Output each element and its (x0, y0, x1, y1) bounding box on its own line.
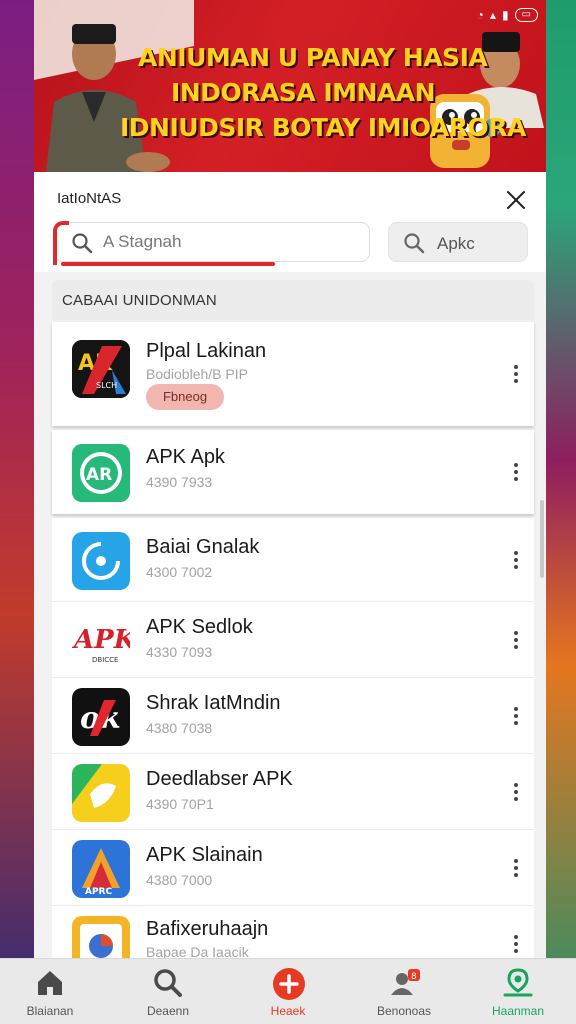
cellular-icon: ▮ (501, 8, 509, 22)
close-icon[interactable] (504, 188, 528, 212)
apk-chip-label: Apkc (437, 234, 475, 253)
app-version: 4300 7002 (146, 564, 213, 580)
svg-text:SLCH: SLCH (96, 381, 117, 390)
app-version: 4380 7038 (146, 720, 213, 736)
svg-text:APK: APK (72, 625, 130, 655)
battery-icon: ▭ (514, 8, 538, 22)
nav-label: Haanman (491, 1004, 545, 1018)
list-item[interactable]: Deedlabser APK 4390 70P1 (52, 754, 534, 830)
background-left-edge (0, 0, 34, 1024)
more-options-icon[interactable] (506, 932, 526, 956)
app-name: APK Sedlok (146, 616, 253, 638)
featured-app-badge[interactable]: Fbneog (146, 384, 224, 410)
app-name: Baiai Gnalak (146, 536, 260, 558)
promo-banner[interactable]: ◔ ▴ ▮ ▭ ANIUMAN U PANAY HASIA INDORASA I… (34, 0, 546, 172)
more-options-icon[interactable] (506, 628, 526, 652)
nav-item-profile[interactable]: Haanman (468, 959, 568, 1024)
more-options-icon[interactable] (506, 548, 526, 572)
featured-app-card[interactable]: AK SLCH Plpal Lakinan Bodiobleh/B PIP Fb… (52, 322, 534, 426)
svg-text:DBICCE: DBICCE (92, 656, 118, 664)
app-name: Bafixeruhaajn (146, 918, 269, 940)
more-options-icon[interactable] (506, 780, 526, 804)
app-list: Baiai Gnalak 4300 7002 APK DBICCE APK Se… (52, 518, 534, 958)
more-options-icon[interactable] (506, 856, 526, 880)
nav-label: Blaianan (26, 1004, 74, 1018)
search-input[interactable] (103, 229, 353, 255)
app-icon: APRC (72, 840, 130, 898)
more-options-icon[interactable] (506, 704, 526, 728)
signal-icon: ◔ (476, 8, 484, 22)
app-list-area: CABAAI UNIDONMAN AK SLCH Plpal Lakinan B… (34, 272, 546, 958)
list-item[interactable]: Bafixeruhaajn Bapae Da Iaacik (52, 906, 534, 958)
headline-line-1: ANIUMAN U PANAY HASIA (138, 43, 488, 72)
headline-line-3: IDNIUDSIR BOTAY IMIOARORA (120, 113, 526, 142)
app-name: Shrak IatMndin (146, 692, 281, 714)
app-icon: AR (72, 444, 130, 502)
search-sheet: IatIoNtAS Apkc (34, 172, 546, 272)
banner-headline: ANIUMAN U PANAY HASIA INDORASA IMNAAN ID… (120, 40, 526, 145)
app-icon: APK DBICCE (72, 612, 130, 670)
list-item[interactable]: ok Shrak IatMndin 4380 7038 (52, 678, 534, 754)
app-name: APK Slainain (146, 844, 263, 866)
featured-app-name: Plpal Lakinan (146, 340, 267, 362)
nav-label: Benonoas (376, 1004, 432, 1018)
sheet-title: IatIoNtAS (57, 190, 122, 207)
nav-item-home[interactable]: Blaianan (0, 959, 100, 1024)
app-icon (72, 764, 130, 822)
list-item[interactable]: Baiai Gnalak 4300 7002 (52, 518, 534, 602)
list-item[interactable]: APRC APK Slainain 4380 7000 (52, 830, 534, 906)
background-right-edge (546, 0, 576, 1024)
svg-text:AR: AR (86, 465, 112, 485)
nav-item-search[interactable]: Deaenn (118, 959, 218, 1024)
svg-text:8: 8 (411, 972, 417, 982)
app-name: APK Apk (146, 446, 225, 468)
section-title: CABAAI UNIDONMAN (52, 280, 534, 320)
app-icon (72, 532, 130, 590)
nav-label: Heaek (270, 1004, 306, 1018)
app-icon: ok (72, 688, 130, 746)
search-progress-accent (61, 262, 275, 266)
search-icon (72, 233, 93, 254)
featured-app-subtitle: Bodiobleh/B PIP (146, 366, 248, 382)
nav-item-notifications[interactable]: 8 Benonoas (354, 959, 454, 1024)
app-version: 4390 70P1 (146, 796, 214, 812)
scrollbar-thumb[interactable] (540, 500, 544, 578)
app-version: 4330 7093 (146, 644, 213, 660)
add-icon (273, 968, 305, 1000)
nav-label: Deaenn (146, 1004, 190, 1018)
app-version: 4390 7933 (146, 474, 213, 490)
app-name: Deedlabser APK (146, 768, 293, 790)
user-notification-icon: 8 (391, 969, 420, 995)
home-icon (38, 971, 62, 995)
phone-screen: ◔ ▴ ▮ ▭ ANIUMAN U PANAY HASIA INDORASA I… (34, 0, 546, 1024)
location-icon (503, 968, 533, 997)
bottom-navigation: Blaianan Deaenn Heaek 8 Benonoas Haanman (0, 958, 576, 1024)
search-field[interactable] (53, 221, 370, 266)
status-bar: ◔ ▴ ▮ ▭ (477, 8, 538, 22)
more-options-icon[interactable] (506, 460, 526, 484)
headline-line-2: INDORASA IMNAAN (170, 78, 436, 107)
wifi-icon: ▴ (489, 8, 496, 22)
nav-item-add[interactable]: Heaek (238, 959, 338, 1024)
more-options-icon[interactable] (506, 362, 526, 386)
app-card[interactable]: AR APK Apk 4390 7933 (52, 430, 534, 514)
search-icon (404, 233, 425, 254)
featured-app-icon: AK SLCH (72, 340, 130, 398)
app-icon (72, 916, 130, 958)
app-version: 4380 7000 (146, 872, 213, 888)
list-item[interactable]: APK DBICCE APK Sedlok 4330 7093 (52, 602, 534, 678)
apk-search-chip[interactable]: Apkc (388, 222, 528, 262)
app-version: Bapae Da Iaacik (146, 944, 249, 958)
search-icon (154, 969, 182, 997)
svg-text:APRC: APRC (85, 887, 112, 897)
